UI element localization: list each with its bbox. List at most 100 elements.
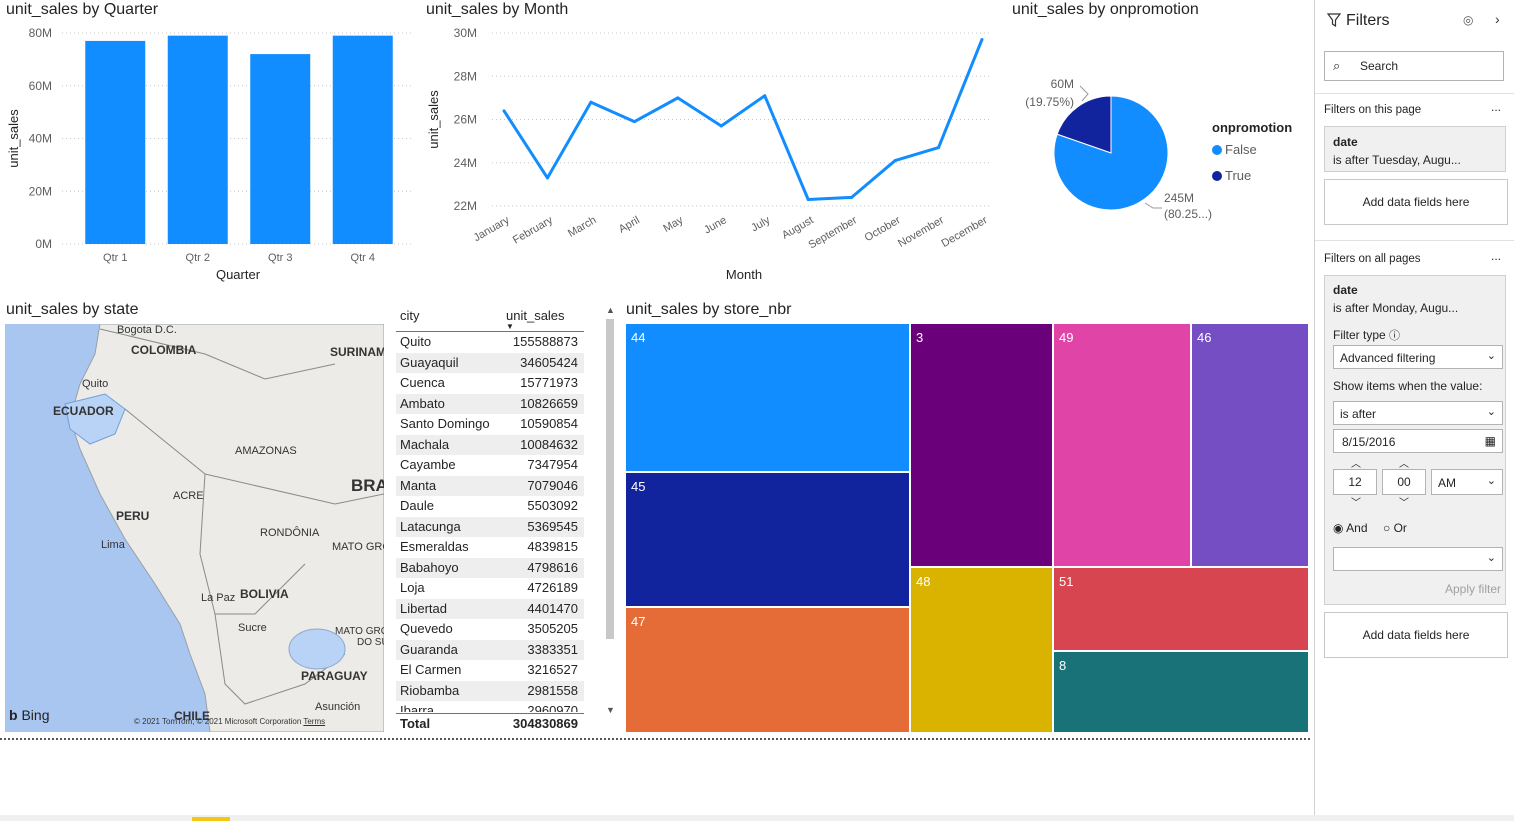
page-filters-more-icon[interactable]: ... bbox=[1491, 100, 1501, 114]
condition-dropdown[interactable]: is after ⌄ bbox=[1333, 401, 1503, 425]
city-cell: Quito bbox=[400, 334, 432, 349]
data-label: (80.25...) bbox=[1164, 207, 1212, 221]
filter-summary: is after Monday, Augu... bbox=[1333, 301, 1459, 315]
treemap-cell[interactable]: 8 bbox=[1053, 651, 1309, 733]
table-row[interactable]: Riobamba 2981558 bbox=[396, 680, 584, 701]
treemap-cell[interactable]: 51 bbox=[1053, 567, 1309, 651]
table-row[interactable]: Guaranda 3383351 bbox=[396, 639, 584, 660]
table-scrollbar[interactable]: ▲ ▼ bbox=[605, 305, 615, 717]
data-point bbox=[502, 109, 506, 113]
scroll-thumb[interactable] bbox=[606, 319, 614, 639]
city-cell: Ambato bbox=[400, 395, 445, 411]
table-row[interactable]: Quito 155588873 bbox=[396, 332, 584, 353]
table-row[interactable]: Libertad 4401470 bbox=[396, 598, 584, 619]
date-input[interactable]: 8/15/2016 ▦ bbox=[1333, 429, 1503, 453]
y-tick-label: 28M bbox=[454, 69, 477, 83]
table-row[interactable]: Esmeraldas 4839815 bbox=[396, 537, 584, 558]
bing-icon: b bbox=[9, 707, 18, 723]
active-page-tab[interactable] bbox=[192, 817, 230, 821]
calendar-icon[interactable]: ▦ bbox=[1485, 434, 1496, 448]
treemap-cell[interactable]: 49 bbox=[1053, 323, 1191, 567]
table-row[interactable]: Babahoyo 4798616 bbox=[396, 557, 584, 578]
hour-input[interactable]: 12 bbox=[1333, 469, 1377, 495]
treemap-cell[interactable]: 47 bbox=[625, 607, 910, 733]
data-point bbox=[980, 37, 984, 41]
collapse-pane-icon[interactable]: › bbox=[1495, 11, 1500, 27]
table-row[interactable]: Santo Domingo 10590854 bbox=[396, 414, 584, 435]
filter-type-dropdown[interactable]: Advanced filtering ⌄ bbox=[1333, 345, 1503, 369]
city-table[interactable]: city unit_sales ▼ Quito 155588873 Guayaqui… bbox=[396, 305, 584, 733]
hour-up-icon[interactable]: ︿ bbox=[1351, 455, 1361, 470]
unit-sales-cell: 2981558 bbox=[527, 682, 578, 698]
add-data-fields-all[interactable]: Add data fields here bbox=[1324, 612, 1508, 658]
hour-down-icon[interactable]: ﹀ bbox=[1351, 494, 1361, 509]
table-row[interactable]: Cayambe 7347954 bbox=[396, 455, 584, 476]
leader-line bbox=[1144, 202, 1162, 209]
treemap-cell[interactable]: 3 bbox=[910, 323, 1053, 567]
col-header-unit-sales[interactable]: unit_sales bbox=[506, 308, 565, 323]
eye-icon[interactable]: ◎ bbox=[1463, 13, 1473, 27]
y-tick-label: 20M bbox=[29, 184, 52, 198]
all-filters-more-icon[interactable]: ... bbox=[1491, 249, 1501, 263]
y-tick-label: 40M bbox=[29, 132, 52, 146]
info-icon[interactable]: ⓘ bbox=[1389, 330, 1400, 342]
store-treemap[interactable]: 44 45 47 3 48 49 46 51 8 bbox=[625, 323, 1309, 733]
table-row[interactable]: Quevedo 3505205 bbox=[396, 619, 584, 640]
col-header-city[interactable]: city bbox=[400, 308, 420, 323]
table-row[interactable]: Latacunga 5369545 bbox=[396, 516, 584, 537]
table-header: city unit_sales ▼ bbox=[396, 305, 584, 332]
filter-search-box[interactable]: ⌕ Search bbox=[1324, 51, 1504, 81]
page-date-filter-card[interactable]: date is after Tuesday, Augu... bbox=[1324, 126, 1506, 172]
city-cell: Santo Domingo bbox=[400, 416, 490, 431]
table-row[interactable]: Ibarra 2960970 bbox=[396, 701, 584, 712]
scroll-down-icon[interactable]: ▼ bbox=[606, 705, 615, 715]
month-line-chart[interactable]: 22M 24M 26M 28M 30M January February March April… bbox=[420, 22, 1000, 292]
chevron-down-icon: ⌄ bbox=[1486, 350, 1496, 362]
table-row[interactable]: El Carmen 3216527 bbox=[396, 660, 584, 681]
city-cell: Libertad bbox=[400, 600, 447, 616]
all-date-filter-card[interactable]: date is after Monday, Augu... Filter typ… bbox=[1324, 275, 1506, 605]
x-tick-label: September bbox=[807, 214, 860, 251]
bing-logo: b Bing bbox=[9, 707, 50, 723]
minute-down-icon[interactable]: ﹀ bbox=[1399, 494, 1409, 509]
divider bbox=[1315, 240, 1514, 241]
map-label: PARAGUAY bbox=[301, 669, 368, 683]
minute-up-icon[interactable]: ︿ bbox=[1399, 455, 1409, 470]
table-row[interactable]: Manta 7079046 bbox=[396, 475, 584, 496]
map-label: ACRE bbox=[173, 490, 204, 502]
map-terms-link[interactable]: Terms bbox=[303, 717, 325, 726]
unit-sales-cell: 2960970 bbox=[527, 703, 578, 712]
or-radio[interactable]: ○ Or bbox=[1383, 521, 1407, 535]
city-cell: Loja bbox=[400, 580, 425, 595]
divider bbox=[1315, 93, 1514, 94]
treemap-cell[interactable]: 45 bbox=[625, 472, 910, 607]
apply-filter-button[interactable]: Apply filter bbox=[1445, 582, 1501, 596]
table-row[interactable]: Guayaquil 34605424 bbox=[396, 352, 584, 373]
treemap-cell[interactable]: 44 bbox=[625, 323, 910, 472]
table-row[interactable]: Ambato 10826659 bbox=[396, 393, 584, 414]
treemap-cell[interactable]: 46 bbox=[1191, 323, 1309, 567]
legend-marker bbox=[1212, 145, 1222, 155]
add-data-fields-page[interactable]: Add data fields here bbox=[1324, 179, 1508, 225]
treemap-cell[interactable]: 48 bbox=[910, 567, 1053, 733]
city-cell: Guayaquil bbox=[400, 354, 459, 370]
map-copyright: © 2021 TomTom, © 2021 Microsoft Corporat… bbox=[134, 717, 326, 726]
ampm-dropdown[interactable]: AM ⌄ bbox=[1431, 469, 1503, 495]
filter-summary: is after Tuesday, Augu... bbox=[1333, 153, 1461, 167]
x-tick-label: March bbox=[566, 214, 598, 240]
table-row[interactable]: Daule 5503092 bbox=[396, 496, 584, 517]
quarter-bar-chart[interactable]: 0M 20M 40M 60M 80M Qtr 1 Qtr 2 Qtr 3 Qtr 4 Quarte… bbox=[0, 22, 420, 292]
filter-type-label: Filter type ⓘ bbox=[1333, 328, 1401, 342]
minute-input[interactable]: 00 bbox=[1382, 469, 1426, 495]
second-condition-dropdown[interactable]: ⌄ bbox=[1333, 547, 1503, 571]
state-map[interactable]: Bogota D.C. COLOMBIA SURINAME Quito ECUA… bbox=[5, 324, 384, 732]
table-row[interactable]: Machala 10084632 bbox=[396, 434, 584, 455]
city-cell: Latacunga bbox=[400, 518, 461, 534]
promo-pie-chart[interactable]: 60M (19.75%) 245M (80.25...) onpromotion Fals… bbox=[1010, 22, 1310, 282]
unit-sales-cell: 155588873 bbox=[512, 334, 578, 349]
scroll-up-icon[interactable]: ▲ bbox=[606, 305, 615, 315]
and-radio[interactable]: ◉ And bbox=[1333, 521, 1368, 535]
table-row[interactable]: Loja 4726189 bbox=[396, 578, 584, 599]
filter-funnel-icon bbox=[1326, 13, 1342, 31]
table-row[interactable]: Cuenca 15771973 bbox=[396, 373, 584, 394]
